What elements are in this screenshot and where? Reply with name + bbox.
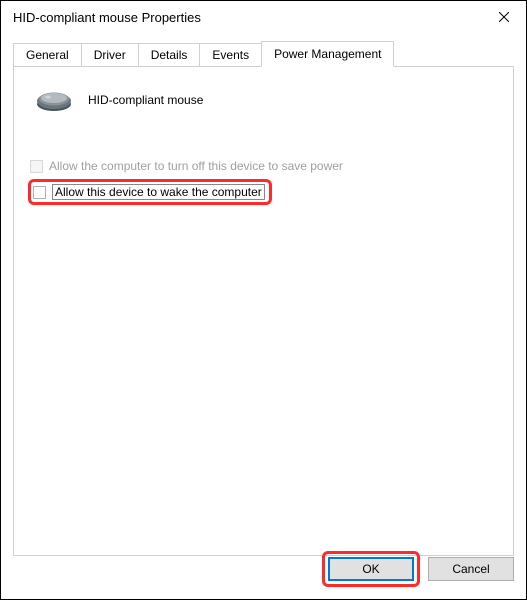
tab-driver[interactable]: Driver — [81, 43, 139, 66]
tab-power-management[interactable]: Power Management — [261, 41, 394, 67]
checkbox-allow-wake[interactable] — [33, 186, 46, 199]
cancel-button[interactable]: Cancel — [428, 557, 514, 581]
power-options: Allow the computer to turn off this devi… — [30, 159, 497, 205]
ok-button[interactable]: OK — [328, 557, 414, 581]
mouse-icon — [34, 87, 74, 113]
highlight-ok: OK — [322, 551, 420, 587]
device-name-label: HID-compliant mouse — [88, 93, 203, 107]
title-bar: HID-compliant mouse Properties — [1, 1, 526, 33]
tab-panel-power-management: HID-compliant mouse Allow the computer t… — [13, 66, 514, 556]
dialog-buttons: OK Cancel — [322, 551, 514, 587]
window-title: HID-compliant mouse Properties — [13, 10, 201, 25]
highlight-allow-wake: Allow this device to wake the computer — [28, 179, 272, 205]
label-allow-turn-off: Allow the computer to turn off this devi… — [49, 159, 343, 173]
label-allow-wake[interactable]: Allow this device to wake the computer — [52, 184, 265, 200]
checkbox-allow-turn-off — [30, 160, 43, 173]
tab-general[interactable]: General — [13, 43, 82, 66]
option-allow-turn-off: Allow the computer to turn off this devi… — [30, 159, 497, 173]
close-button[interactable] — [481, 1, 526, 33]
device-header: HID-compliant mouse — [34, 87, 497, 113]
option-allow-wake-row: Allow this device to wake the computer — [30, 179, 497, 205]
tab-details[interactable]: Details — [138, 43, 201, 66]
tab-events[interactable]: Events — [199, 43, 262, 66]
close-icon — [499, 12, 509, 22]
tab-strip: General Driver Details Events Power Mana… — [13, 41, 514, 66]
